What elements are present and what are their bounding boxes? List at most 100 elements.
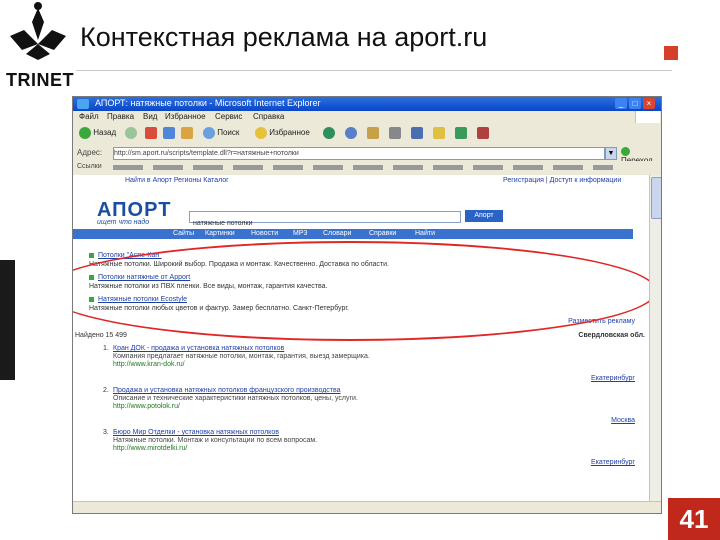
red-accent-square — [664, 46, 678, 60]
address-bar: Адрес: http://sm.aport.ru/scripts/templa… — [73, 145, 661, 165]
page-content: Найти в Апорт Регионы Каталог Регистраци… — [73, 175, 649, 501]
tab-news[interactable]: Новости — [251, 230, 278, 237]
address-dropdown-icon[interactable]: ▼ — [605, 147, 617, 160]
result-region[interactable]: Екатеринбург — [591, 459, 635, 466]
toolbar: Назад Поиск Избранное — [73, 123, 661, 146]
discuss-button[interactable] — [433, 127, 445, 141]
menu-bar: Файл Правка Вид Избранное Сервис Справка — [73, 111, 661, 123]
result-snippet: Натяжные потолки. Монтаж и консультации … — [113, 437, 318, 444]
search-icon — [203, 127, 215, 139]
highlight-ellipse — [73, 241, 649, 341]
stop-button[interactable] — [145, 127, 157, 141]
results-header: Найдено 15 499 Свердловская обл. — [75, 332, 645, 339]
home-icon — [181, 127, 193, 139]
slide-title: Контекстная реклама на aport.ru — [80, 22, 488, 52]
aport-right-links[interactable]: Регистрация | Доступ к информации — [503, 177, 621, 184]
result-url[interactable]: http://www.mirotdelki.ru/ — [113, 445, 643, 452]
search-label: Поиск — [217, 128, 240, 138]
aport-top-links[interactable]: Найти в Апорт Регионы Каталог — [125, 177, 229, 184]
back-arrow-icon — [79, 127, 91, 139]
tab-mp3[interactable]: MP3 — [293, 230, 307, 237]
result-number: 1. — [103, 345, 109, 352]
result-title[interactable]: Кран ДОК - продажа и установка натяжных … — [113, 345, 643, 352]
result-url[interactable]: http://www.potolok.ru/ — [113, 403, 643, 410]
minimize-button[interactable]: _ — [615, 98, 627, 109]
address-input[interactable]: http://sm.aport.ru/scripts/template.dll?… — [113, 147, 605, 160]
messenger-button[interactable] — [455, 127, 467, 141]
title-divider — [76, 70, 672, 71]
menu-file[interactable]: Файл — [79, 112, 99, 121]
ie-icon — [77, 99, 89, 109]
browser-window: АПОРТ: натяжные потолки - Microsoft Inte… — [72, 96, 662, 514]
star-icon — [255, 127, 267, 139]
windows-flag-icon — [635, 111, 660, 123]
aport-search-input[interactable]: натяжные потолки — [189, 211, 461, 227]
research-icon — [477, 127, 489, 139]
links-bar: Ссылки — [73, 161, 661, 176]
forward-arrow-icon — [125, 127, 137, 139]
back-label: Назад — [93, 128, 117, 138]
menu-view[interactable]: Вид — [143, 112, 157, 121]
print-icon — [389, 127, 401, 139]
menu-edit[interactable]: Правка — [107, 112, 134, 121]
left-accent-bar — [0, 260, 15, 380]
messenger-icon — [455, 127, 467, 139]
edit-icon — [411, 127, 423, 139]
close-button[interactable]: × — [643, 98, 655, 109]
result-number: 3. — [103, 429, 109, 436]
result-title[interactable]: Бюро Мир Отделки - установка натяжных по… — [113, 429, 643, 436]
links-toolbar-items[interactable] — [113, 165, 613, 170]
print-button[interactable] — [389, 127, 401, 141]
menu-favorites[interactable]: Избранное — [165, 112, 206, 121]
results-count: Найдено 15 499 — [75, 332, 127, 339]
research-button[interactable] — [477, 127, 489, 141]
result-snippet: Описание и технические характеристики на… — [113, 395, 358, 402]
result-region[interactable]: Москва — [611, 417, 635, 424]
status-bar — [73, 501, 661, 513]
refresh-button[interactable] — [163, 127, 175, 141]
ad-bullet-icon — [89, 252, 94, 258]
go-arrow-icon — [621, 147, 630, 157]
result-number: 2. — [103, 387, 109, 394]
page-number: 41 — [668, 498, 720, 540]
tab-find[interactable]: Найти — [415, 230, 435, 237]
menu-tools[interactable]: Сервис — [215, 112, 242, 121]
result-region[interactable]: Екатеринбург — [591, 375, 635, 382]
result-snippet: Компания предлагает натяжные потолки, мо… — [113, 353, 370, 360]
aport-tabs: Сайты Картинки Новости MP3 Словари Справ… — [73, 229, 633, 239]
stop-icon — [145, 127, 157, 139]
history-icon — [345, 127, 357, 139]
home-button[interactable] — [181, 127, 193, 141]
logo-text: TRINET — [6, 70, 74, 90]
history-button[interactable] — [345, 127, 357, 141]
forward-button[interactable] — [125, 127, 137, 141]
results-region[interactable]: Свердловская обл. — [578, 332, 645, 339]
address-label: Адрес: — [77, 148, 103, 157]
back-button[interactable]: Назад — [79, 127, 116, 141]
tab-sites[interactable]: Сайты — [173, 230, 194, 237]
favorites-button[interactable]: Избранное — [255, 127, 310, 141]
media-button[interactable] — [323, 127, 335, 141]
mail-button[interactable] — [367, 127, 379, 141]
media-icon — [323, 127, 335, 139]
tab-dictionaries[interactable]: Словари — [323, 230, 351, 237]
edit-button[interactable] — [411, 127, 423, 141]
menu-help[interactable]: Справка — [253, 112, 284, 121]
result-title[interactable]: Продажа и установка натяжных потолков фр… — [113, 387, 643, 394]
favorites-label: Избранное — [269, 128, 310, 138]
result-item: 2. Продажа и установка натяжных потолков… — [103, 387, 643, 429]
window-title: АПОРТ: натяжные потолки - Microsoft Inte… — [95, 98, 321, 108]
search-button[interactable]: Поиск — [203, 127, 239, 141]
maximize-button[interactable]: □ — [629, 98, 641, 109]
scrollbar-thumb[interactable] — [651, 177, 661, 219]
result-item: 1. Кран ДОК - продажа и установка натяжн… — [103, 345, 643, 387]
refresh-icon — [163, 127, 175, 139]
folder-icon — [433, 127, 445, 139]
window-titlebar: АПОРТ: натяжные потолки - Microsoft Inte… — [73, 97, 661, 111]
vertical-scrollbar[interactable] — [649, 175, 661, 501]
result-item: 3. Бюро Мир Отделки - установка натяжных… — [103, 429, 643, 471]
tab-references[interactable]: Справки — [369, 230, 396, 237]
result-url[interactable]: http://www.kran-dok.ru/ — [113, 361, 643, 368]
aport-search-button[interactable]: Апорт — [465, 210, 503, 222]
tab-images[interactable]: Картинки — [205, 230, 235, 237]
